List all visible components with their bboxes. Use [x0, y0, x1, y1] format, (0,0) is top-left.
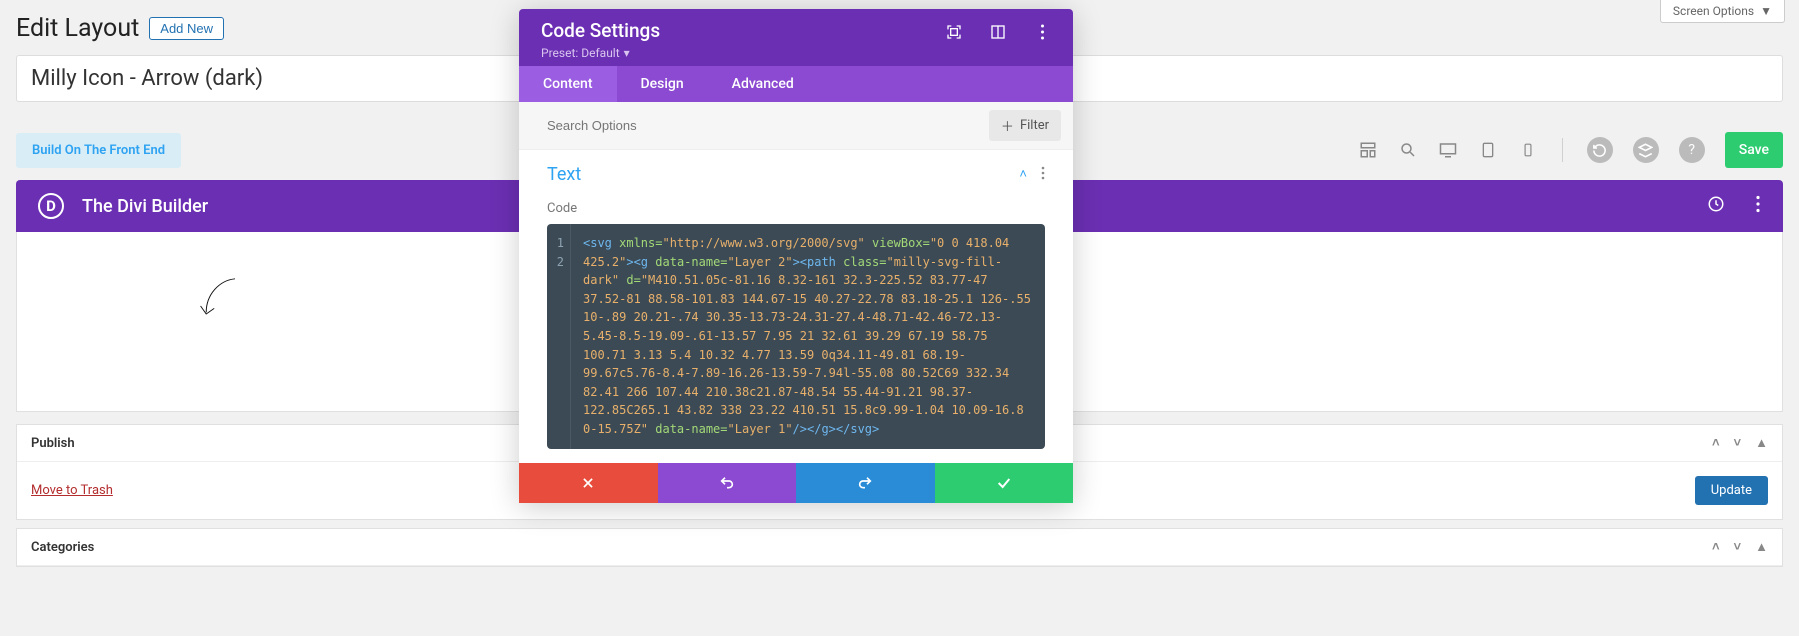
code-settings-modal: Code Settings Preset: Default ▾ Content … — [519, 9, 1073, 503]
chevron-down-icon: ▼ — [1760, 4, 1772, 18]
builder-title: The Divi Builder — [82, 196, 208, 217]
filter-button[interactable]: ＋ Filter — [989, 110, 1061, 141]
search-row: ＋ Filter — [519, 102, 1073, 150]
code-token: viewBox= — [865, 236, 930, 250]
screen-options-label: Screen Options — [1673, 4, 1754, 18]
zoom-icon[interactable] — [1398, 140, 1418, 160]
tab-advanced[interactable]: Advanced — [708, 66, 818, 102]
tab-design[interactable]: Design — [617, 66, 708, 102]
build-frontend-button[interactable]: Build On The Front End — [16, 133, 181, 168]
search-input[interactable] — [547, 118, 989, 133]
code-token: data-name= — [648, 422, 727, 436]
code-token: class= — [836, 255, 887, 269]
check-icon — [996, 475, 1012, 491]
modal-title: Code Settings — [541, 19, 660, 42]
code-gutter: 1 2 — [547, 224, 571, 449]
preset-label: Preset: Default — [541, 46, 620, 60]
categories-title: Categories — [31, 540, 94, 555]
section-title[interactable]: Text — [547, 164, 581, 185]
tablet-icon[interactable] — [1478, 140, 1498, 160]
code-token: d= — [619, 273, 641, 287]
line-number: 2 — [553, 253, 564, 272]
snap-icon[interactable] — [945, 23, 963, 41]
undo-button[interactable] — [658, 463, 797, 503]
toolbar-divider — [1562, 138, 1563, 162]
chevron-up-icon[interactable]: ˄ — [1712, 435, 1720, 451]
line-number: 1 — [553, 234, 564, 253]
code-token: /></g></svg> — [793, 422, 880, 436]
clock-icon[interactable] — [1707, 195, 1725, 217]
code-editor[interactable]: 1 2 <svg xmlns="http://www.w3.org/2000/s… — [547, 224, 1045, 449]
code-field-label: Code — [519, 189, 1073, 224]
divi-logo-icon: D — [38, 193, 64, 219]
chevron-up-icon[interactable]: ˄ — [1712, 539, 1720, 555]
toolbar-right: ? Save — [1358, 132, 1783, 168]
code-token: "Layer 2" — [728, 255, 793, 269]
code-token: "http://www.w3.org/2000/svg" — [662, 236, 864, 250]
preset-selector[interactable]: Preset: Default ▾ — [541, 46, 660, 60]
plus-icon: ＋ — [1001, 116, 1014, 135]
caret-up-icon[interactable]: ▲ — [1755, 435, 1768, 451]
publish-title: Publish — [31, 436, 75, 451]
screen-options-toggle[interactable]: Screen Options ▼ — [1660, 0, 1785, 23]
add-new-button[interactable]: Add New — [149, 17, 224, 40]
wireframe-icon[interactable] — [1358, 140, 1378, 160]
undo-icon — [719, 475, 735, 491]
code-token: ><path — [793, 255, 836, 269]
code-token: xmlns= — [612, 236, 663, 250]
expand-icon[interactable] — [989, 23, 1007, 41]
chevron-down-icon[interactable]: ˅ — [1734, 435, 1742, 451]
save-button[interactable]: Save — [1725, 132, 1783, 168]
layers-icon[interactable] — [1633, 137, 1659, 163]
close-icon — [581, 476, 595, 490]
code-token: <svg — [583, 236, 612, 250]
categories-box: Categories ˄ ˅ ▲ — [16, 528, 1783, 567]
confirm-button[interactable] — [935, 463, 1074, 503]
code-token: "M410.51.05c-81.16 8.32-161 32.3-225.52 … — [583, 273, 1031, 436]
redo-icon — [857, 475, 873, 491]
modal-tabs: Content Design Advanced — [519, 66, 1073, 102]
kebab-icon[interactable] — [1041, 166, 1045, 184]
filter-label: Filter — [1020, 118, 1049, 133]
code-token: ><g — [626, 255, 648, 269]
phone-icon[interactable] — [1518, 140, 1538, 160]
code-body[interactable]: <svg xmlns="http://www.w3.org/2000/svg" … — [571, 224, 1045, 449]
update-button[interactable]: Update — [1695, 476, 1768, 505]
section-header: Text ˄ — [519, 150, 1073, 189]
collapse-icon[interactable]: ˄ — [1019, 166, 1027, 184]
redo-button[interactable] — [796, 463, 935, 503]
desktop-icon[interactable] — [1438, 140, 1458, 160]
modal-header: Code Settings Preset: Default ▾ — [519, 9, 1073, 66]
page-title: Edit Layout — [16, 14, 139, 43]
code-token: "Layer 1" — [728, 422, 793, 436]
kebab-icon[interactable] — [1755, 195, 1761, 217]
move-to-trash-link[interactable]: Move to Trash — [31, 483, 113, 498]
arrow-icon — [195, 272, 243, 324]
history-icon[interactable] — [1587, 137, 1613, 163]
chevron-down-icon[interactable]: ˅ — [1734, 539, 1742, 555]
caret-up-icon[interactable]: ▲ — [1755, 539, 1768, 555]
kebab-icon[interactable] — [1033, 23, 1051, 41]
code-token: data-name= — [648, 255, 727, 269]
tab-content[interactable]: Content — [519, 66, 617, 102]
caret-down-icon: ▾ — [624, 46, 630, 60]
help-icon[interactable]: ? — [1679, 137, 1705, 163]
cancel-button[interactable] — [519, 463, 658, 503]
modal-actions — [519, 463, 1073, 503]
